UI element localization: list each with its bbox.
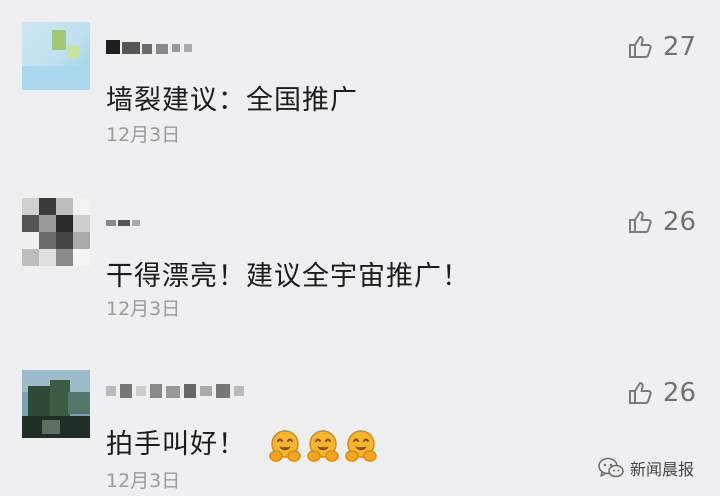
avatar[interactable] [22,370,90,438]
emoji-group [268,429,378,463]
thumbs-up-icon [628,211,652,233]
like-count: 26 [662,378,696,408]
avatar[interactable] [22,198,90,266]
comment-item: 干得漂亮！建议全宇宙推广！ 12月3日 26 [0,180,720,330]
hugging-face-icon [344,429,377,462]
comment-text: 墙裂建议：全国推广 [106,85,358,116]
wechat-icon [598,457,624,478]
like-count: 27 [662,32,696,62]
comment-text-label: 拍手叫好！ [106,429,246,460]
comment-item: 墙裂建议：全国推广 12月3日 27 [0,0,720,160]
watermark-label: 新闻晨报 [629,460,694,479]
like-button[interactable]: 27 [627,32,696,62]
username-redacted[interactable] [106,212,216,232]
comment-feed: 墙裂建议：全国推广 12月3日 27 干得漂亮！建议全宇宙推广！ 12月3日 2… [0,0,720,496]
avatar[interactable] [22,22,90,90]
like-button[interactable]: 26 [627,207,696,237]
like-button[interactable]: 26 [627,378,696,408]
comment-text: 拍手叫好！ [106,422,378,463]
hugging-face-icon [306,429,339,462]
comment-date: 12月3日 [106,298,181,320]
like-count: 26 [662,207,696,237]
watermark: 新闻晨报 [598,456,694,480]
thumbs-up-icon [628,36,652,58]
thumbs-up-icon [628,382,652,404]
comment-date: 12月3日 [106,470,181,492]
hugging-face-icon [268,429,301,462]
comment-text: 干得漂亮！建议全宇宙推广！ [106,261,470,292]
username-redacted[interactable] [106,382,256,402]
comment-date: 12月3日 [106,124,181,146]
username-redacted[interactable] [106,38,216,58]
